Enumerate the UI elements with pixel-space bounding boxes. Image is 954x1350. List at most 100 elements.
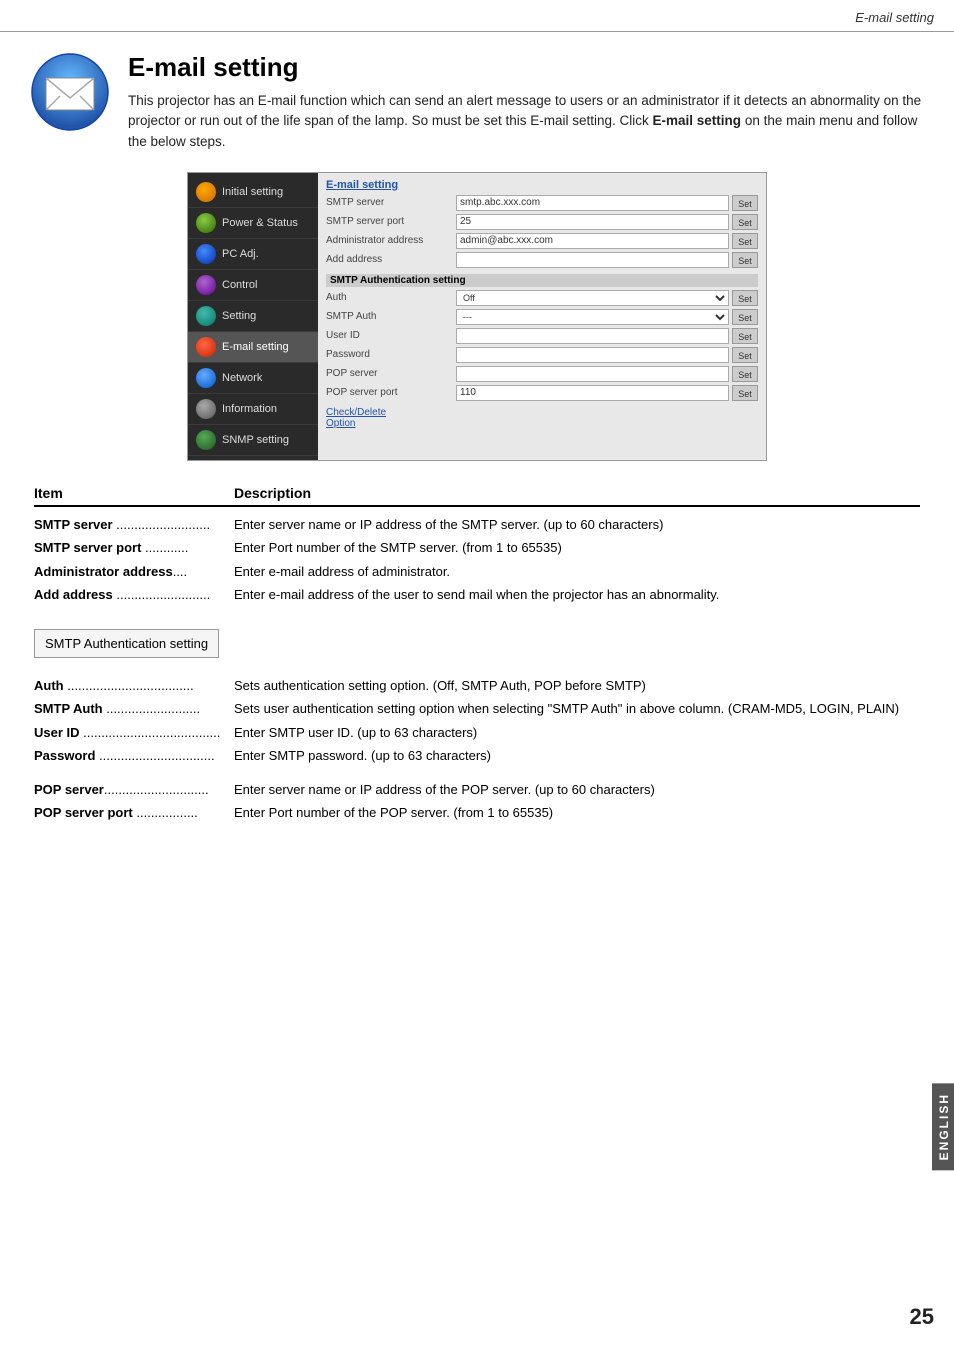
admin-addr-input[interactable]: [456, 233, 729, 249]
item-auth: Auth ...................................: [34, 676, 234, 696]
bottom-links: Check/Delete Option: [326, 407, 758, 429]
item-smtp-auth: SMTP Auth ..........................: [34, 699, 234, 719]
item-password: Password ...............................…: [34, 746, 234, 766]
item-add-addr: Add address ..........................: [34, 585, 234, 605]
smtp-auth-select[interactable]: --- CRAM-MD5 LOGIN PLAIN: [456, 309, 729, 325]
smtp-port-input[interactable]: [456, 214, 729, 230]
sidebar-item-information[interactable]: Information: [188, 394, 318, 425]
form-row-auth: Auth Off SMTP Auth POP before SMTP Set: [326, 290, 758, 306]
form-row-add-addr: Add address Set: [326, 252, 758, 268]
desc-row-user-id: User ID ................................…: [34, 723, 920, 743]
option-link[interactable]: Option: [326, 418, 758, 429]
smtp-server-input[interactable]: [456, 195, 729, 211]
pop-port-input[interactable]: [456, 385, 729, 401]
ui-sidebar: Initial setting Power & Status PC Adj. C…: [188, 173, 318, 460]
pop-port-set-btn[interactable]: Set: [732, 385, 758, 401]
user-id-set-btn[interactable]: Set: [732, 328, 758, 344]
snmp-icon: [196, 430, 216, 450]
title-text: E-mail setting This projector has an E-m…: [128, 52, 924, 152]
desc-row-smtp-port: SMTP server port ............ Enter Port…: [34, 538, 920, 558]
sidebar-item-email-setting[interactable]: E-mail setting: [188, 332, 318, 363]
sidebar-label: Control: [222, 279, 257, 291]
password-input[interactable]: [456, 347, 729, 363]
smtp-auth-set-btn[interactable]: Set: [732, 309, 758, 325]
password-set-btn[interactable]: Set: [732, 347, 758, 363]
add-addr-input[interactable]: [456, 252, 729, 268]
desc-row-smtp-auth: SMTP Auth .......................... Set…: [34, 699, 920, 719]
auth-select-wrapper: Off SMTP Auth POP before SMTP: [456, 290, 729, 306]
desc-admin-addr: Enter e-mail address of administrator.: [234, 562, 920, 582]
auth-box-container: SMTP Authentication setting: [34, 619, 920, 668]
auth-select[interactable]: Off SMTP Auth POP before SMTP: [456, 290, 729, 306]
desc-pop-port: Enter Port number of the POP server. (fr…: [234, 803, 920, 823]
auth-box: SMTP Authentication setting: [34, 629, 219, 658]
form-row-smtp-server: SMTP server Set: [326, 195, 758, 211]
sidebar-item-control[interactable]: Control: [188, 270, 318, 301]
pop-server-set-btn[interactable]: Set: [732, 366, 758, 382]
add-addr-label: Add address: [326, 254, 456, 265]
item-admin-addr: Administrator address....: [34, 562, 234, 582]
smtp-auth-title: SMTP Authentication setting: [326, 274, 758, 287]
email-icon: [30, 52, 110, 132]
sidebar-item-snmp[interactable]: SNMP setting: [188, 425, 318, 456]
check-delete-link[interactable]: Check/Delete: [326, 407, 758, 418]
auth-label: Auth: [326, 292, 456, 303]
sidebar-label: Network: [222, 372, 262, 384]
auth-set-btn[interactable]: Set: [732, 290, 758, 306]
item-smtp-port: SMTP server port ............: [34, 538, 234, 558]
control-icon: [196, 275, 216, 295]
desc-row-password: Password ...............................…: [34, 746, 920, 766]
admin-addr-set-btn[interactable]: Set: [732, 233, 758, 249]
pop-server-input[interactable]: [456, 366, 729, 382]
form-row-pop-server: POP server Set: [326, 366, 758, 382]
sidebar-label: E-mail setting: [222, 341, 289, 353]
sidebar-label: SNMP setting: [222, 434, 289, 446]
sidebar-item-network[interactable]: Network: [188, 363, 318, 394]
item-pop-port: POP server port .................: [34, 803, 234, 823]
network-icon: [196, 368, 216, 388]
initial-setting-icon: [196, 182, 216, 202]
desc-smtp-auth: Sets user authentication setting option …: [234, 699, 920, 719]
item-user-id: User ID ................................…: [34, 723, 234, 743]
main-content: E-mail setting This projector has an E-m…: [0, 32, 954, 847]
power-status-icon: [196, 213, 216, 233]
form-row-user-id: User ID Set: [326, 328, 758, 344]
user-id-input[interactable]: [456, 328, 729, 344]
pop-server-label: POP server: [326, 368, 456, 379]
desc-header: Item Description: [34, 485, 920, 507]
desc-row-smtp-server: SMTP server .......................... E…: [34, 515, 920, 535]
sidebar-label: Power & Status: [222, 217, 298, 229]
page-number: 25: [910, 1304, 934, 1330]
desc-row-pop-server: POP server............................. …: [34, 780, 920, 800]
page-header: E-mail setting: [0, 0, 954, 32]
desc-auth: Sets authentication setting option. (Off…: [234, 676, 920, 696]
sidebar-item-setting[interactable]: Setting: [188, 301, 318, 332]
sidebar-item-pc-adj[interactable]: PC Adj.: [188, 239, 318, 270]
title-section: E-mail setting This projector has an E-m…: [30, 52, 924, 152]
sidebar-item-initial-setting[interactable]: Initial setting: [188, 177, 318, 208]
smtp-port-label: SMTP server port: [326, 216, 456, 227]
email-setting-icon: [196, 337, 216, 357]
smtp-auth-section: SMTP Authentication setting Auth Off SMT…: [326, 274, 758, 401]
ui-main-panel: E-mail setting SMTP server Set SMTP serv…: [318, 173, 766, 460]
ui-section-title: E-mail setting: [326, 179, 758, 191]
password-label: Password: [326, 349, 456, 360]
form-row-smtp-auth: SMTP Auth --- CRAM-MD5 LOGIN PLAIN Set: [326, 309, 758, 325]
smtp-server-label: SMTP server: [326, 197, 456, 208]
ui-panel-container: Initial setting Power & Status PC Adj. C…: [187, 172, 767, 461]
desc-row-add-addr: Add address .......................... E…: [34, 585, 920, 605]
add-addr-set-btn[interactable]: Set: [732, 252, 758, 268]
desc-smtp-server: Enter server name or IP address of the S…: [234, 515, 920, 535]
sidebar-label: Information: [222, 403, 277, 415]
sidebar-label: Setting: [222, 310, 256, 322]
ui-panel: Initial setting Power & Status PC Adj. C…: [187, 172, 767, 461]
form-row-smtp-port: SMTP server port Set: [326, 214, 758, 230]
sidebar-item-power-status[interactable]: Power & Status: [188, 208, 318, 239]
sidebar-label: PC Adj.: [222, 248, 259, 260]
desc-smtp-port: Enter Port number of the SMTP server. (f…: [234, 538, 920, 558]
col-desc-header: Description: [234, 485, 920, 501]
smtp-port-set-btn[interactable]: Set: [732, 214, 758, 230]
pc-adj-icon: [196, 244, 216, 264]
smtp-server-set-btn[interactable]: Set: [732, 195, 758, 211]
item-smtp-server: SMTP server ..........................: [34, 515, 234, 535]
